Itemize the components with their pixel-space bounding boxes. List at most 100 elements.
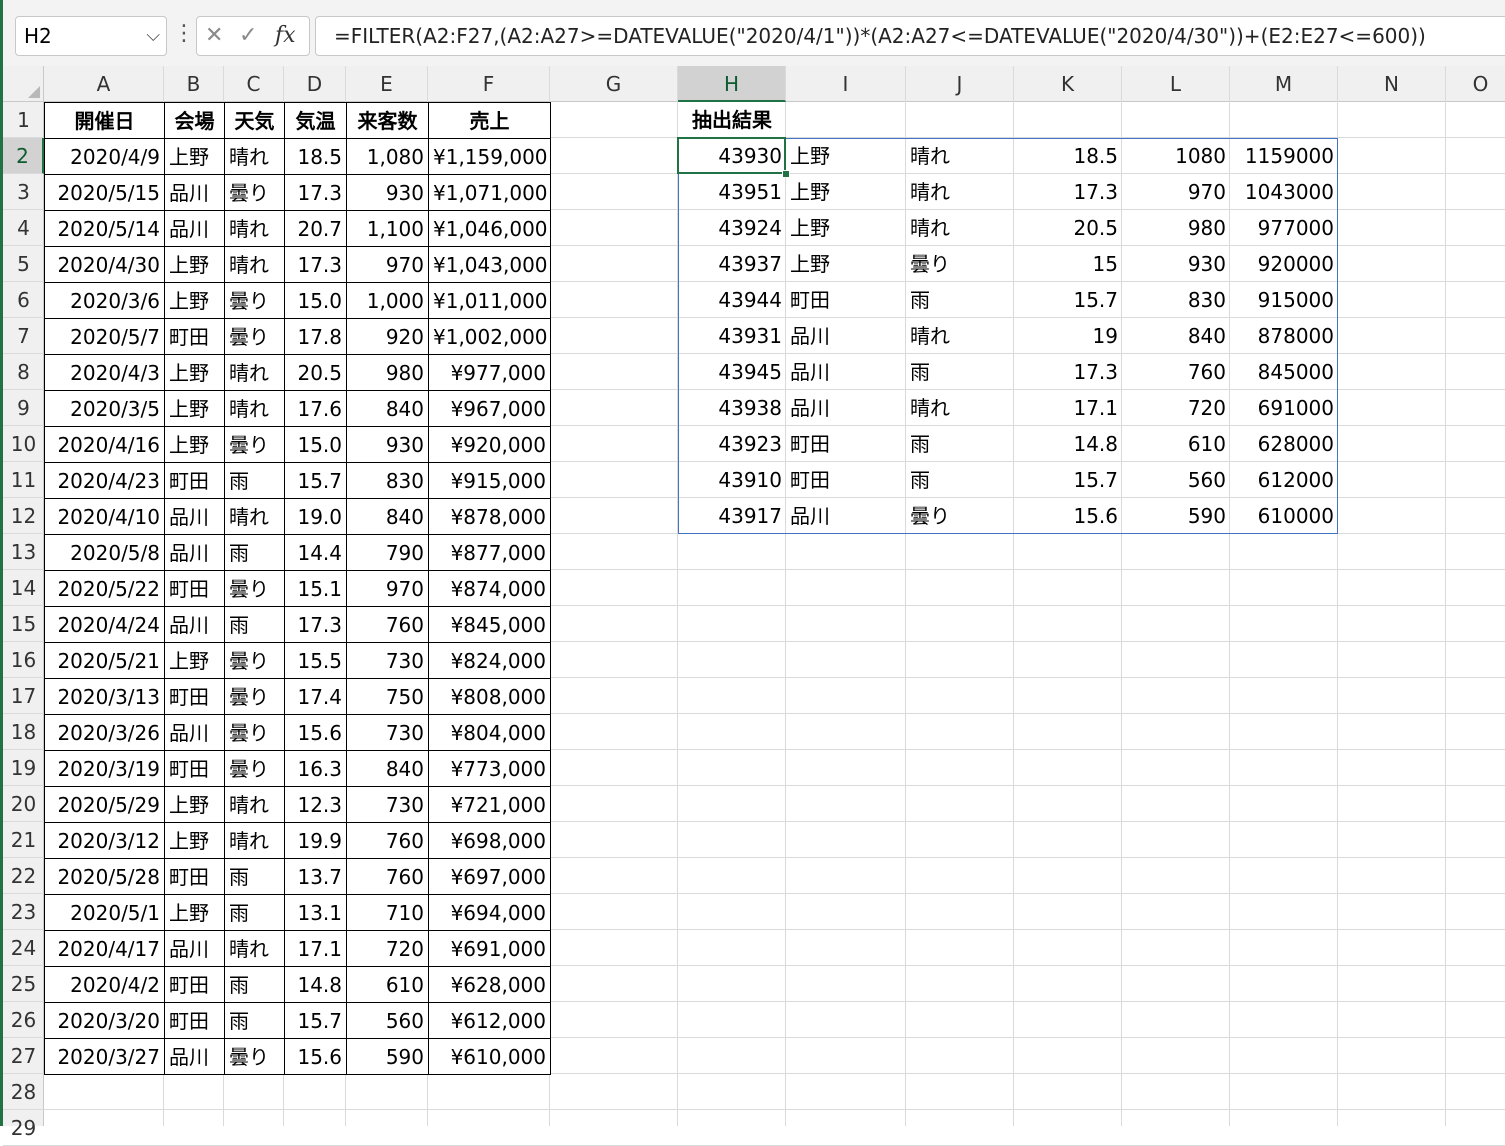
table-cell[interactable]: 14.8: [284, 966, 347, 1003]
table-cell[interactable]: 2020/3/6: [44, 282, 165, 319]
result-cell[interactable]: 43945: [678, 354, 786, 390]
table-cell[interactable]: ¥1,071,000: [428, 174, 551, 211]
result-cell[interactable]: 上野: [786, 138, 906, 174]
result-cell[interactable]: 品川: [786, 498, 906, 534]
formula-input[interactable]: =FILTER(A2:F27,(A2:A27>=DATEVALUE("2020/…: [315, 16, 1505, 56]
column-header-e[interactable]: E: [346, 66, 428, 102]
result-cell[interactable]: 17.1: [1014, 390, 1122, 426]
fill-handle[interactable]: [782, 170, 790, 178]
table-cell[interactable]: 晴れ: [224, 930, 285, 967]
result-cell[interactable]: 840: [1122, 318, 1230, 354]
table-cell[interactable]: 晴れ: [224, 822, 285, 859]
result-cell[interactable]: 町田: [786, 282, 906, 318]
table-cell[interactable]: ¥915,000: [428, 462, 551, 499]
column-header-o[interactable]: O: [1446, 66, 1505, 102]
row-header-20[interactable]: 20: [3, 786, 44, 822]
table-cell[interactable]: 15.7: [284, 1002, 347, 1039]
table-header-cell[interactable]: 来客数: [346, 102, 429, 139]
result-cell[interactable]: 760: [1122, 354, 1230, 390]
table-cell[interactable]: 16.3: [284, 750, 347, 787]
table-cell[interactable]: 17.6: [284, 390, 347, 427]
table-cell[interactable]: ¥694,000: [428, 894, 551, 931]
result-cell[interactable]: 町田: [786, 426, 906, 462]
table-cell[interactable]: 上野: [164, 786, 225, 823]
table-cell[interactable]: 15.6: [284, 714, 347, 751]
table-cell[interactable]: 15.6: [284, 1038, 347, 1075]
result-cell[interactable]: 560: [1122, 462, 1230, 498]
table-cell[interactable]: 2020/4/2: [44, 966, 165, 1003]
result-title[interactable]: 抽出結果: [678, 102, 786, 138]
table-cell[interactable]: ¥698,000: [428, 822, 551, 859]
table-cell[interactable]: 2020/4/9: [44, 138, 165, 175]
table-cell[interactable]: 2020/5/15: [44, 174, 165, 211]
table-cell[interactable]: 840: [346, 498, 429, 535]
table-cell[interactable]: 2020/3/27: [44, 1038, 165, 1075]
table-cell[interactable]: 830: [346, 462, 429, 499]
table-header-cell[interactable]: 天気: [224, 102, 285, 139]
table-cell[interactable]: 2020/3/5: [44, 390, 165, 427]
table-cell[interactable]: 730: [346, 786, 429, 823]
table-cell[interactable]: ¥612,000: [428, 1002, 551, 1039]
table-cell[interactable]: 雨: [224, 858, 285, 895]
row-header-14[interactable]: 14: [3, 570, 44, 606]
table-cell[interactable]: 上野: [164, 642, 225, 679]
result-cell[interactable]: 720: [1122, 390, 1230, 426]
table-cell[interactable]: 15.7: [284, 462, 347, 499]
table-cell[interactable]: 20.5: [284, 354, 347, 391]
table-cell[interactable]: 品川: [164, 714, 225, 751]
table-cell[interactable]: 2020/5/22: [44, 570, 165, 607]
table-cell[interactable]: 2020/3/20: [44, 1002, 165, 1039]
table-cell[interactable]: ¥874,000: [428, 570, 551, 607]
result-cell[interactable]: 691000: [1230, 390, 1338, 426]
result-cell[interactable]: 977000: [1230, 210, 1338, 246]
table-header-cell[interactable]: 開催日: [44, 102, 165, 139]
result-cell[interactable]: 晴れ: [906, 210, 1014, 246]
table-cell[interactable]: 17.4: [284, 678, 347, 715]
result-cell[interactable]: 970: [1122, 174, 1230, 210]
table-cell[interactable]: 720: [346, 930, 429, 967]
row-header-12[interactable]: 12: [3, 498, 44, 534]
result-cell[interactable]: 1080: [1122, 138, 1230, 174]
table-header-cell[interactable]: 会場: [164, 102, 225, 139]
result-cell[interactable]: 845000: [1230, 354, 1338, 390]
result-cell[interactable]: 43923: [678, 426, 786, 462]
table-cell[interactable]: 17.3: [284, 606, 347, 643]
table-cell[interactable]: 品川: [164, 606, 225, 643]
table-cell[interactable]: ¥697,000: [428, 858, 551, 895]
result-cell[interactable]: 610000: [1230, 498, 1338, 534]
table-cell[interactable]: 2020/5/7: [44, 318, 165, 355]
table-cell[interactable]: ¥773,000: [428, 750, 551, 787]
table-cell[interactable]: 晴れ: [224, 786, 285, 823]
table-cell[interactable]: 雨: [224, 606, 285, 643]
column-header-c[interactable]: C: [224, 66, 284, 102]
table-cell[interactable]: 14.4: [284, 534, 347, 571]
result-cell[interactable]: 曇り: [906, 246, 1014, 282]
result-cell[interactable]: 43924: [678, 210, 786, 246]
table-cell[interactable]: 上野: [164, 282, 225, 319]
column-header-g[interactable]: G: [550, 66, 678, 102]
table-cell[interactable]: 610: [346, 966, 429, 1003]
row-header-22[interactable]: 22: [3, 858, 44, 894]
result-cell[interactable]: 18.5: [1014, 138, 1122, 174]
result-cell[interactable]: 878000: [1230, 318, 1338, 354]
column-header-d[interactable]: D: [284, 66, 346, 102]
table-cell[interactable]: 2020/4/3: [44, 354, 165, 391]
result-cell[interactable]: 町田: [786, 462, 906, 498]
result-cell[interactable]: 15: [1014, 246, 1122, 282]
result-cell[interactable]: 15.7: [1014, 282, 1122, 318]
table-cell[interactable]: 970: [346, 570, 429, 607]
table-cell[interactable]: 790: [346, 534, 429, 571]
row-header-11[interactable]: 11: [3, 462, 44, 498]
table-cell[interactable]: 雨: [224, 966, 285, 1003]
row-header-15[interactable]: 15: [3, 606, 44, 642]
table-cell[interactable]: 2020/5/8: [44, 534, 165, 571]
table-cell[interactable]: 19.9: [284, 822, 347, 859]
table-cell[interactable]: 品川: [164, 930, 225, 967]
column-header-j[interactable]: J: [906, 66, 1014, 102]
result-cell[interactable]: 雨: [906, 354, 1014, 390]
table-cell[interactable]: 840: [346, 390, 429, 427]
select-all-button[interactable]: [3, 66, 44, 102]
table-cell[interactable]: 2020/3/13: [44, 678, 165, 715]
table-cell[interactable]: 町田: [164, 462, 225, 499]
result-cell[interactable]: 17.3: [1014, 174, 1122, 210]
